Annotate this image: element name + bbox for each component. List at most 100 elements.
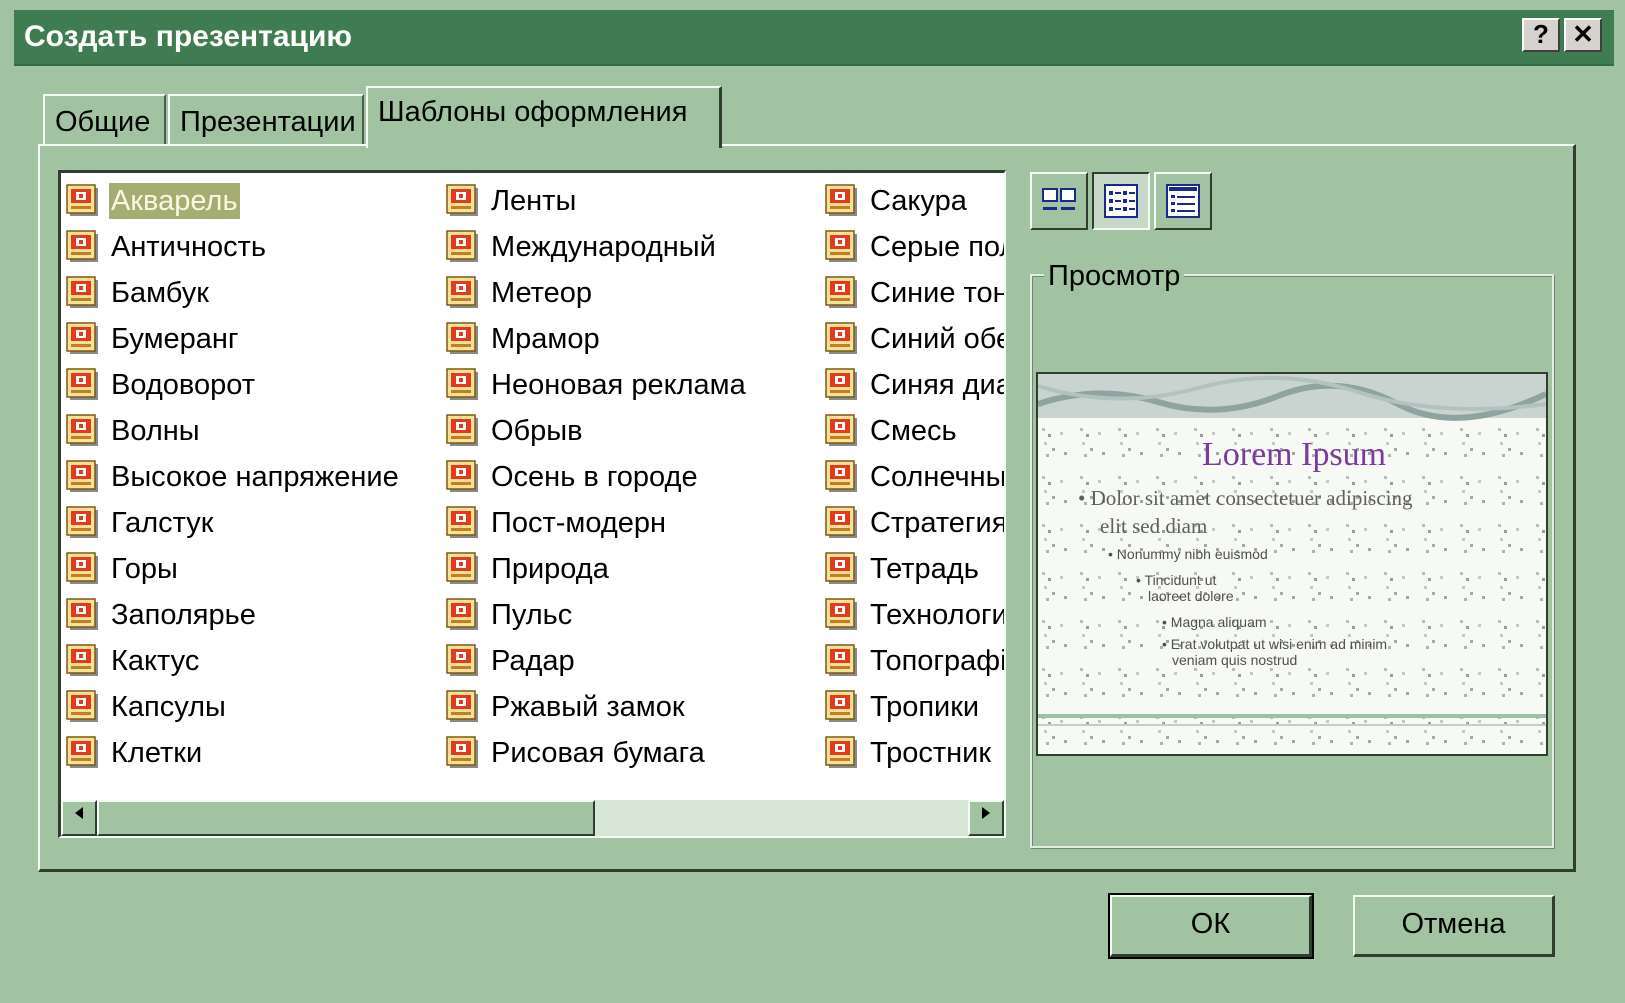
template-list-item[interactable]: Горы [65, 547, 455, 593]
template-label: Топографі [870, 645, 1004, 677]
template-list-item[interactable]: Заполярье [65, 593, 455, 639]
large-icons-view-icon [1042, 188, 1076, 210]
template-label: Тетрадь [870, 553, 979, 585]
template-list-item[interactable]: Обрыв [445, 409, 835, 455]
presentation-template-icon [65, 367, 101, 403]
template-list-item[interactable]: Акварель [65, 179, 455, 225]
presentation-template-icon [445, 689, 481, 725]
template-list-item[interactable]: Синие тон [824, 271, 1004, 317]
details-view-button[interactable] [1154, 172, 1212, 230]
template-label: Технологи [870, 599, 1004, 631]
template-list-item[interactable]: Стратегия [824, 501, 1004, 547]
preview-bullet-3-cont: laoreet dolore [1148, 588, 1234, 604]
cancel-button[interactable]: Отмена [1353, 895, 1555, 957]
horizontal-scrollbar[interactable] [61, 800, 1004, 836]
arrow-left-icon [75, 807, 83, 819]
large-icons-view-button[interactable] [1030, 172, 1088, 230]
scroll-left-button[interactable] [61, 800, 97, 836]
template-label: Рисовая бумага [491, 737, 705, 769]
scroll-right-button[interactable] [968, 800, 1004, 836]
dialog-title: Создать презентацию [24, 20, 353, 53]
template-list-item[interactable]: Пульс [445, 593, 835, 639]
help-button[interactable]: ? [1522, 18, 1560, 52]
presentation-template-icon [824, 321, 860, 357]
title-bar[interactable]: Создать презентацию ? ✕ [14, 10, 1614, 66]
template-label: Осень в городе [491, 461, 698, 493]
template-list-item[interactable]: Мрамор [445, 317, 835, 363]
template-list-item[interactable]: Тетрадь [824, 547, 1004, 593]
template-list-item[interactable]: Высокое напряжение [65, 455, 455, 501]
template-list-item[interactable]: Осень в городе [445, 455, 835, 501]
template-label: Солнечны [870, 461, 1004, 493]
template-label: Обрыв [491, 415, 583, 447]
template-list-item[interactable]: Бумеранг [65, 317, 455, 363]
templates-listbox[interactable]: Акварель Античность Бамбук Бумеранг Водоворо… [58, 170, 1006, 838]
presentation-template-icon [65, 735, 101, 771]
presentation-template-icon [445, 551, 481, 587]
presentation-template-icon [445, 505, 481, 541]
list-view-button[interactable] [1092, 172, 1150, 230]
presentation-template-icon [824, 643, 860, 679]
template-list-item[interactable]: Топографі [824, 639, 1004, 685]
template-list-item[interactable]: Пост-модерн [445, 501, 835, 547]
template-list-item[interactable]: Синяя диа [824, 363, 1004, 409]
template-list-item[interactable]: Клетки [65, 731, 455, 777]
template-list-item[interactable]: Кактус [65, 639, 455, 685]
tab-design-templates[interactable]: Шаблоны оформления [366, 86, 722, 148]
presentation-template-icon [445, 597, 481, 633]
close-button[interactable]: ✕ [1564, 18, 1602, 52]
template-list-item[interactable]: Природа [445, 547, 835, 593]
template-list-item[interactable]: Международный [445, 225, 835, 271]
template-list-item[interactable]: Водоворот [65, 363, 455, 409]
ok-button[interactable]: ОК [1108, 893, 1314, 959]
tab-general[interactable]: Общие [43, 94, 166, 148]
presentation-template-icon [824, 689, 860, 725]
presentation-template-icon [445, 321, 481, 357]
template-list-item[interactable]: Смесь [824, 409, 1004, 455]
template-label: Синяя диа [870, 369, 1004, 401]
tab-presentations[interactable]: Презентации [168, 94, 364, 148]
template-label: Пост-модерн [491, 507, 667, 539]
template-list-item[interactable]: Капсулы [65, 685, 455, 731]
template-list-item[interactable]: Античность [65, 225, 455, 271]
template-label: Акварель [109, 183, 240, 219]
template-list-item[interactable]: Сакура [824, 179, 1004, 225]
preview-slide-title: Lorem Ipsum [1202, 436, 1387, 473]
template-list-item[interactable]: Тропики [824, 685, 1004, 731]
template-list-item[interactable]: Ржавый замок [445, 685, 835, 731]
template-list-item[interactable]: Ленты [445, 179, 835, 225]
presentation-template-icon [445, 643, 481, 679]
template-list-item[interactable]: Волны [65, 409, 455, 455]
template-label: Античность [111, 231, 266, 263]
template-list-item[interactable]: Солнечны [824, 455, 1004, 501]
template-list-item[interactable]: Технологи [824, 593, 1004, 639]
template-list-item[interactable]: Бамбук [65, 271, 455, 317]
scrollbar-thumb[interactable] [97, 800, 595, 836]
template-label: Пульс [491, 599, 573, 631]
template-label: Горы [111, 553, 178, 585]
templates-column-1: Акварель Античность Бамбук Бумеранг Водоворо… [65, 179, 455, 777]
presentation-template-icon [65, 505, 101, 541]
template-list-item[interactable]: Метеор [445, 271, 835, 317]
template-list-item[interactable]: Радар [445, 639, 835, 685]
template-list-item[interactable]: Серые пол [824, 225, 1004, 271]
template-label: Водоворот [111, 369, 255, 401]
template-list-item[interactable]: Неоновая реклама [445, 363, 835, 409]
template-list-item[interactable]: Рисовая бумага [445, 731, 835, 777]
template-list-item[interactable]: Тростник [824, 731, 1004, 777]
templates-column-2: Ленты Международный Метеор Мрамор Неоновая р… [445, 179, 835, 777]
template-label: Природа [491, 553, 609, 585]
templates-list-area: Акварель Античность Бамбук Бумеранг Водоворо… [61, 173, 1004, 803]
preview-bullet-2: • Nonummy nibh euismod [1108, 546, 1268, 562]
arrow-right-icon [982, 807, 990, 819]
template-list-item[interactable]: Синий обе [824, 317, 1004, 363]
presentation-template-icon [824, 597, 860, 633]
template-label: Галстук [111, 507, 214, 539]
details-view-icon [1166, 184, 1200, 218]
template-label: Международный [491, 231, 716, 263]
template-list-item[interactable]: Галстук [65, 501, 455, 547]
template-label: Ржавый замок [491, 691, 685, 723]
presentation-template-icon [65, 551, 101, 587]
presentation-template-icon [824, 275, 860, 311]
presentation-template-icon [65, 689, 101, 725]
